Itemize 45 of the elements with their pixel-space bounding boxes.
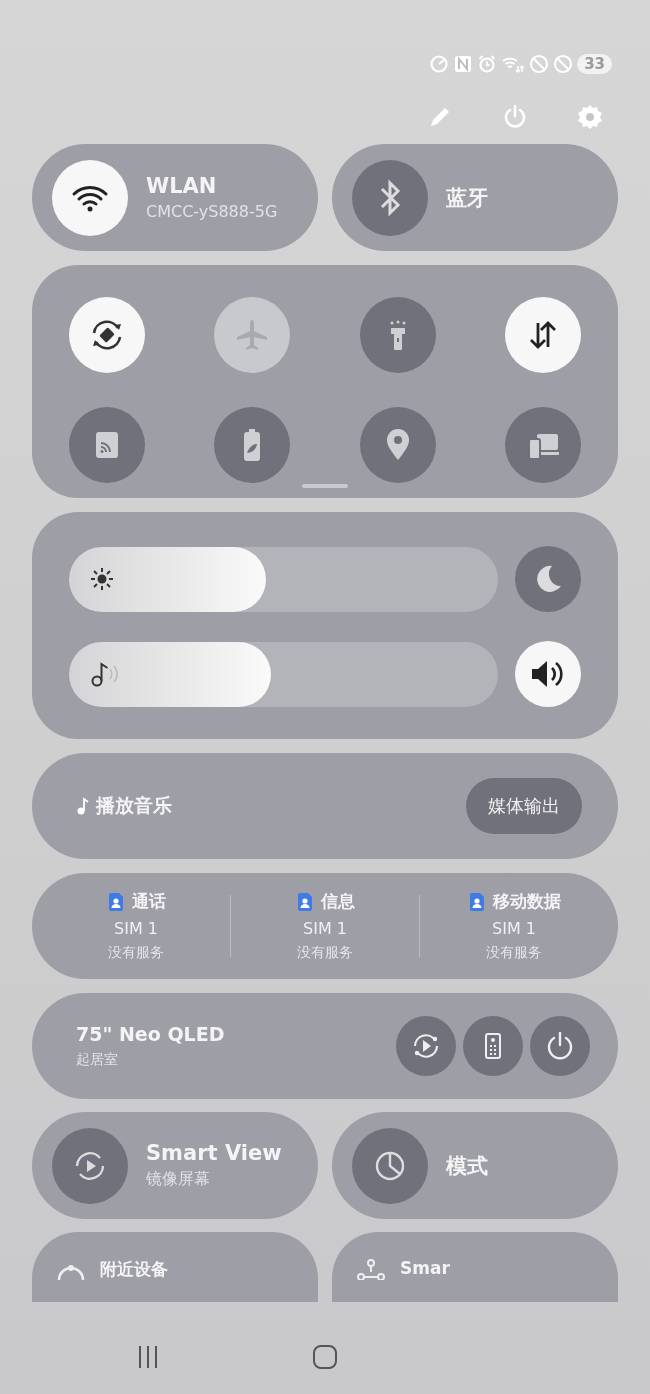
sim-contact-icon: [106, 891, 125, 912]
network-nodes-icon: [356, 1258, 386, 1280]
sim-status: 没有服务: [108, 944, 164, 962]
tile-title: 蓝牙: [446, 184, 488, 212]
drag-handle[interactable]: [302, 484, 348, 488]
sim-name: SIM 1: [492, 919, 536, 938]
tile-title: Smart View: [146, 1141, 282, 1165]
power-button[interactable]: [530, 1016, 590, 1076]
tile-subtitle: 镜像屏幕: [146, 1169, 211, 1190]
toggle-tile[interactable]: Smart View 镜像屏幕: [32, 1112, 318, 1219]
device-name: 75" Neo QLED: [76, 1023, 225, 1045]
gauge-icon: [429, 54, 450, 74]
toggle-tile[interactable]: 模式: [332, 1112, 618, 1219]
sim-function-title: 移动数据: [492, 890, 561, 913]
tile-title: 模式: [446, 1152, 488, 1180]
blocked-icon: [553, 54, 574, 74]
toggle-tile[interactable]: WLAN CMCC-yS888-5G: [32, 144, 318, 251]
tile-title: 附近设备: [100, 1258, 168, 1281]
home-icon[interactable]: [312, 1344, 338, 1370]
sim-contact-icon: [467, 891, 486, 912]
media-output-button[interactable]: 媒体输出: [466, 778, 582, 834]
sim-status: 没有服务: [297, 944, 353, 962]
play-sync-button[interactable]: [396, 1016, 456, 1076]
sim-status: 没有服务: [486, 944, 542, 962]
tile-subtitle: CMCC-yS888-5G: [146, 202, 278, 221]
settings-icon[interactable]: [576, 103, 604, 131]
sun-icon: [89, 566, 115, 592]
media-label: 播放音乐: [96, 793, 172, 818]
tile-title: Smar: [400, 1258, 450, 1278]
remote-button[interactable]: [463, 1016, 523, 1076]
sim-contact-icon: [295, 891, 314, 912]
blocked-icon: [529, 54, 550, 74]
alarm-icon: [477, 54, 498, 74]
nfc-icon: [453, 54, 474, 74]
sim-name: SIM 1: [303, 919, 347, 938]
toggle-tile[interactable]: 附近设备: [32, 1232, 318, 1302]
sim-function-title: 信息: [320, 890, 355, 913]
sim-function-title: 通话: [131, 890, 166, 913]
tile-title: WLAN: [146, 174, 218, 198]
toggle-tile[interactable]: 蓝牙: [332, 144, 618, 251]
toggle-tile[interactable]: Smar: [332, 1232, 618, 1302]
battery-level: 33: [577, 54, 612, 74]
device-room: 起居室: [76, 1051, 119, 1069]
sim-name: SIM 1: [114, 919, 158, 938]
music-note-icon: [76, 796, 90, 816]
